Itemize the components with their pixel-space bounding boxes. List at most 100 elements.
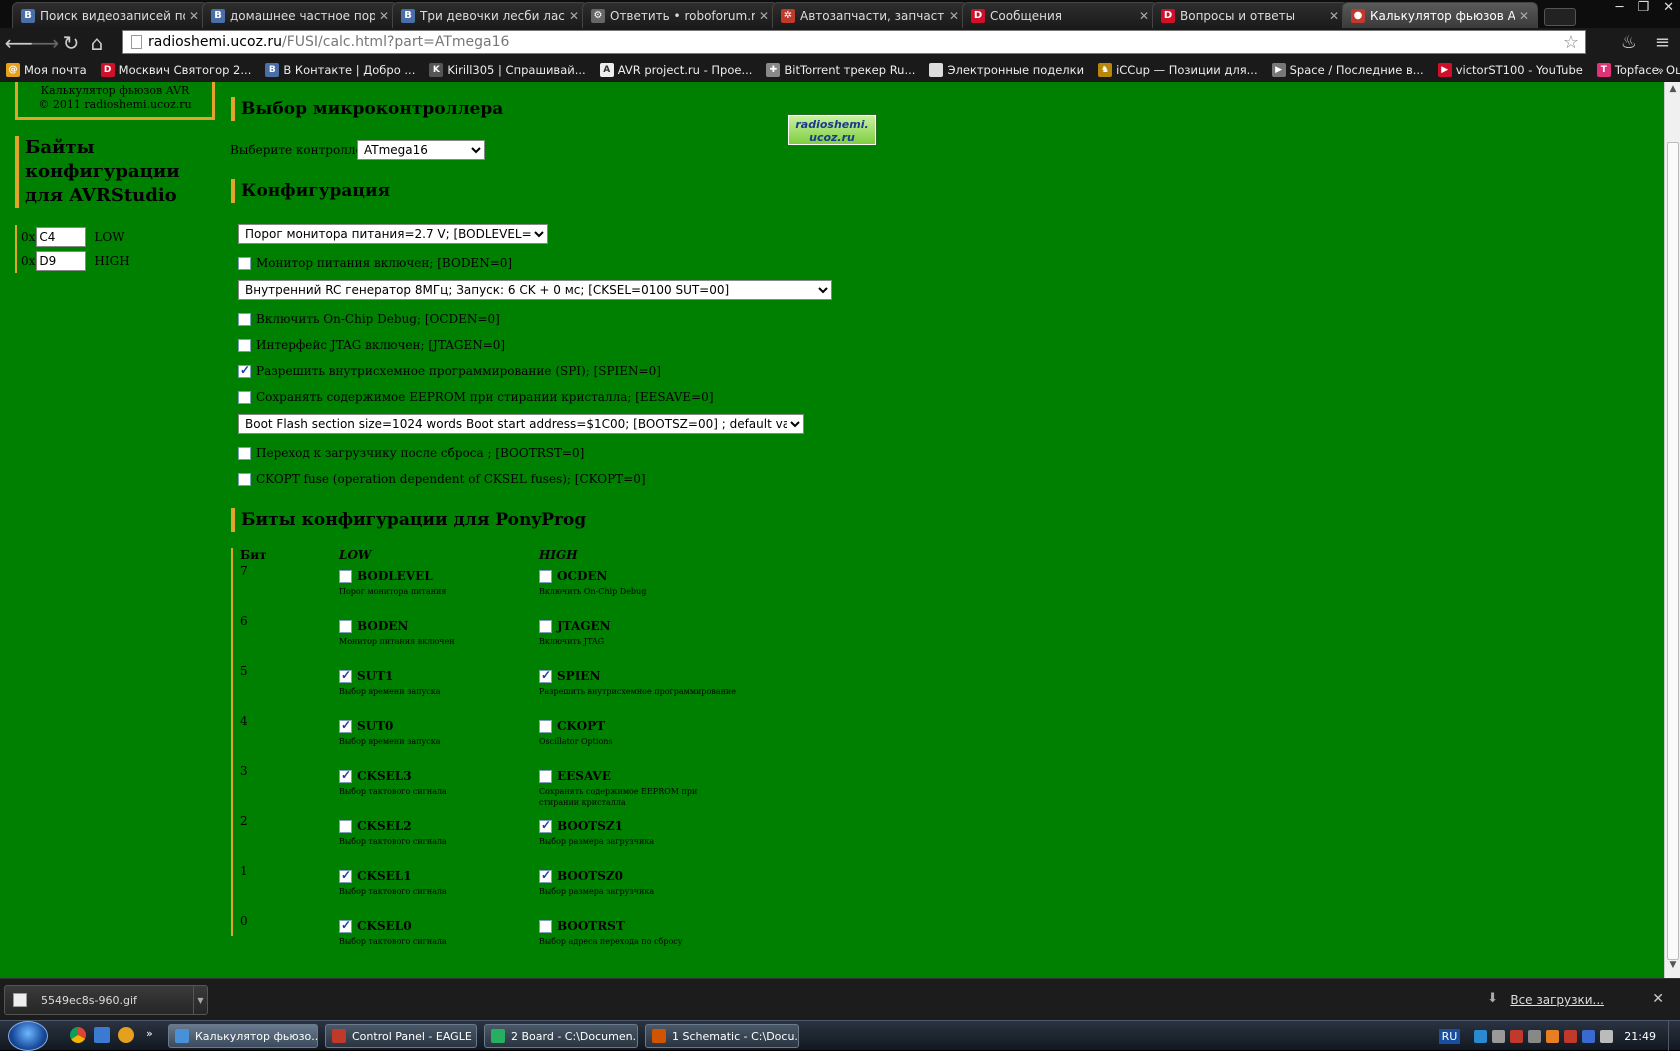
vertical-scrollbar[interactable]: ▲ ▼ [1664,82,1680,978]
bookmark-6[interactable]: Электронные поделки [929,63,1084,77]
task-button-0[interactable]: Калькулятор фьюзо... [168,1024,318,1048]
address-bar[interactable]: radioshemi.ucoz.ru/FUSI/calc.html?part=A… [122,30,1586,54]
tab-0[interactable]: B Поиск видеозаписей по за... ✕ [12,2,208,28]
scroll-thumb[interactable] [1667,142,1679,960]
all-downloads-link[interactable]: Все загрузки... [1510,993,1604,1007]
col-low: LOW [339,548,372,562]
clock[interactable]: 21:49 [1624,1030,1656,1043]
tray-update-icon[interactable] [1546,1029,1560,1043]
bookmark-star-icon[interactable]: ☆ [1563,32,1579,53]
tray-usb-icon[interactable] [1528,1029,1542,1043]
task-button-2[interactable]: 2 Board - C:\Documen... [484,1024,638,1048]
bookmark-3[interactable]: K Kirill305 | Спрашивай... [429,63,586,77]
bit-checkbox[interactable] [539,868,552,883]
tab-close-icon[interactable]: ✕ [189,9,199,23]
bootsz-select[interactable]: Boot Flash section size=1024 words Boot … [238,414,804,434]
close-window-icon[interactable]: ✕ [1663,0,1674,15]
tray-network-icon[interactable] [1474,1029,1488,1043]
bookmark-favicon-icon: @ [6,63,20,77]
tray-bluetooth-icon[interactable] [1582,1029,1596,1043]
boden-checkbox[interactable] [238,256,251,270]
tab-close-icon[interactable]: ✕ [1139,9,1149,23]
ocden-checkbox[interactable] [238,312,251,326]
tab-6[interactable]: D Вопросы и ответы ✕ [1152,2,1348,28]
bit-checkbox[interactable] [539,818,552,833]
tab-7[interactable]: ● Калькулятор фьюзов AVR ✕ [1342,2,1538,28]
close-downloads-icon[interactable]: ✕ [1652,991,1664,1007]
eesave-checkbox[interactable] [238,390,251,404]
tab-3[interactable]: ⚙ Ответить • roboforum.ru ✕ [582,2,778,28]
show-desktop-button[interactable] [1668,1021,1680,1051]
jtagen-checkbox[interactable] [238,338,251,352]
tab-close-icon[interactable]: ✕ [1329,9,1339,23]
tab-4[interactable]: ✲ Автозапчасти, запчасти д... ✕ [772,2,968,28]
home-icon[interactable]: ⌂ [84,30,110,56]
task-button-3[interactable]: 1 Schematic - C:\Docu... [645,1024,799,1048]
bit-checkbox[interactable] [339,868,352,883]
bit-checkbox[interactable] [339,668,352,683]
bit-checkbox[interactable] [339,569,352,583]
wrench-menu-icon[interactable]: ≡ [1655,32,1670,53]
site-badge[interactable]: radioshemi. ucoz.ru [787,114,877,146]
tab-close-icon[interactable]: ✕ [1519,9,1529,23]
tab-close-icon[interactable]: ✕ [759,9,769,23]
chrome-quicklaunch-icon[interactable] [70,1027,86,1043]
tray-ati-icon[interactable] [1510,1029,1524,1043]
high-byte-input[interactable] [36,251,87,271]
bookmark-7[interactable]: ♞ iCCup — Позиции для... [1098,63,1258,77]
ckopt-checkbox[interactable] [238,472,251,486]
task-button-1[interactable]: Control Panel - EAGLE ... [325,1024,477,1048]
bit-checkbox[interactable] [339,718,352,733]
tab-close-icon[interactable]: ✕ [569,9,579,23]
tab-1[interactable]: Bдомашнее частное порно ... ✕ [202,2,398,28]
tab-close-icon[interactable]: ✕ [949,9,959,23]
tray-antivirus-icon[interactable] [1564,1029,1578,1043]
bit-checkbox[interactable] [339,918,352,933]
bit-checkbox[interactable] [339,819,352,833]
low-byte-input[interactable] [36,227,87,247]
start-button-icon[interactable] [8,1021,48,1051]
forward-icon[interactable]: ⟶ [31,30,60,56]
language-indicator[interactable]: RU [1438,1028,1461,1044]
bit-checkbox[interactable] [539,569,552,583]
restore-icon[interactable]: ❐ [1637,0,1649,15]
bookmark-5[interactable]: ✚ BitTorrent трекер Ru... [766,63,915,77]
bookmark-1[interactable]: D Москвич Святогор 2... [100,63,251,77]
spien-checkbox[interactable] [238,363,251,378]
bit-checkbox[interactable] [339,768,352,783]
bookmark-8[interactable]: ▶ Space / Последние в... [1271,63,1424,77]
new-tab-button[interactable] [1544,8,1576,26]
bookmark-4[interactable]: A AVR project.ru - Прое... [599,63,752,77]
tray-volume-icon[interactable] [1600,1029,1614,1043]
minimize-icon[interactable]: ─ [1616,0,1624,15]
extension-icon[interactable]: ♨ [1621,32,1637,53]
bodlevel-select[interactable]: Порог монитора питания=2.7 V; [BODLEVEL=… [238,224,548,244]
scroll-up-icon[interactable]: ▲ [1665,84,1680,100]
bit-checkbox[interactable] [539,919,552,933]
bit-checkbox[interactable] [339,619,352,633]
tab-5[interactable]: D Сообщения ✕ [962,2,1158,28]
bit-checkbox[interactable] [539,668,552,683]
bookmark-2[interactable]: BВ Контакте | Добро ... [265,63,415,77]
bit-checkbox[interactable] [539,719,552,733]
mail-quicklaunch-icon[interactable] [118,1027,134,1043]
bootrst-checkbox[interactable] [238,446,251,460]
bit-checkbox[interactable] [539,619,552,633]
tray-monitor-icon[interactable] [1492,1029,1506,1043]
download-item[interactable]: 5549ec8s-960.gif ▼ [4,985,208,1015]
reload-icon[interactable]: ↻ [58,30,84,56]
show-more-icon[interactable]: » [146,1027,153,1040]
bookmarks-overflow-icon[interactable]: » [1657,63,1664,77]
scroll-down-icon[interactable]: ▼ [1665,960,1680,976]
bit-checkbox[interactable] [539,769,552,783]
bookmark-10[interactable]: TTopface. Оценка фот... [1596,63,1680,77]
bookmark-9[interactable]: ▶ victorST100 - YouTube [1437,63,1583,77]
download-menu-icon[interactable]: ▼ [193,986,207,1014]
tab-close-icon[interactable]: ✕ [379,9,389,23]
back-icon[interactable]: ⟵ [5,30,34,56]
tab-2[interactable]: B Три девочки лесби ласкаю... ✕ [392,2,588,28]
bookmark-0[interactable]: @ Моя почта [6,63,87,77]
explorer-quicklaunch-icon[interactable] [94,1027,110,1043]
mc-select[interactable]: ATmega16 [357,140,485,160]
cksel-select[interactable]: Внутренний RC генератор 8МГц; Запуск: 6 … [238,280,832,300]
